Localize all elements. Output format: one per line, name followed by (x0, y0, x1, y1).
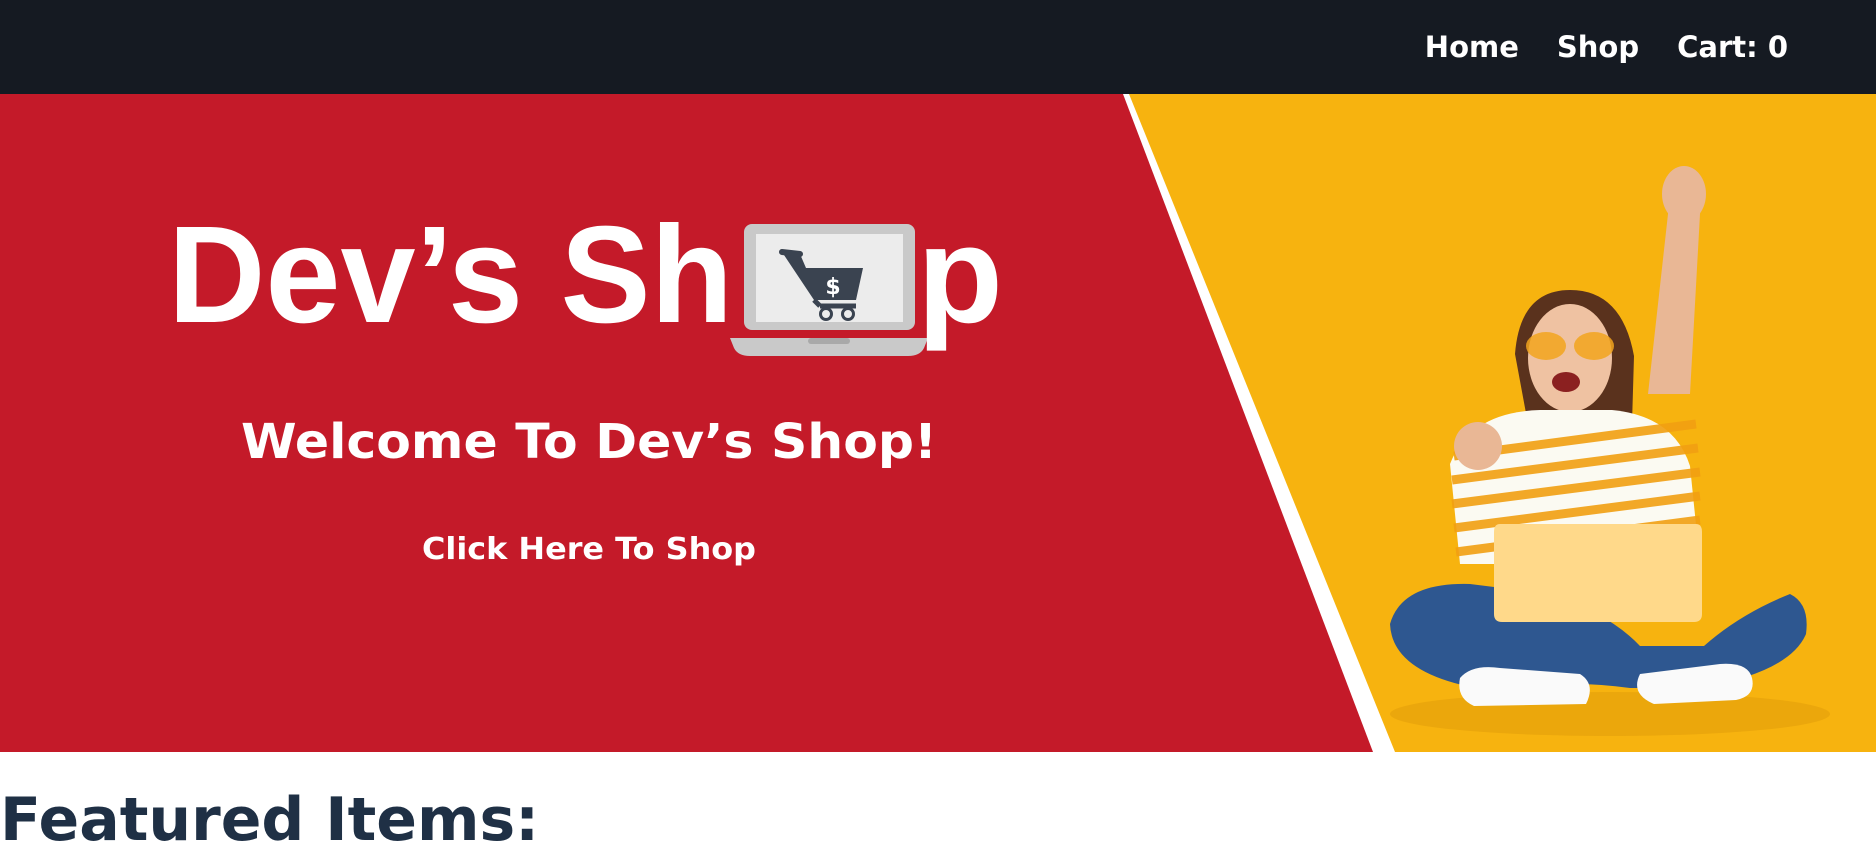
brand-logo-suffix: p (917, 198, 1003, 352)
top-navbar: Home Shop Cart: 0 (0, 0, 1876, 94)
nav-shop-link[interactable]: Shop (1557, 30, 1639, 64)
hero-banner: Dev’s Sh $ p Welcome To Dev’s Shop! Clic… (0, 94, 1876, 752)
welcome-heading: Welcome To Dev’s Shop! (241, 414, 937, 470)
nav-home-link[interactable]: Home (1425, 30, 1519, 64)
brand-logo-text: Dev’s Sh (168, 198, 733, 352)
currency-symbol: $ (825, 275, 840, 300)
hero-graphic: Dev’s Sh $ p Welcome To Dev’s Shop! Clic… (0, 94, 1876, 752)
shop-cta-link[interactable]: Click Here To Shop (422, 532, 756, 567)
nav-links: Home Shop Cart: 0 (1425, 0, 1788, 94)
featured-items-heading: Featured Items: (0, 785, 540, 855)
nav-cart-link[interactable]: Cart: 0 (1677, 30, 1788, 64)
